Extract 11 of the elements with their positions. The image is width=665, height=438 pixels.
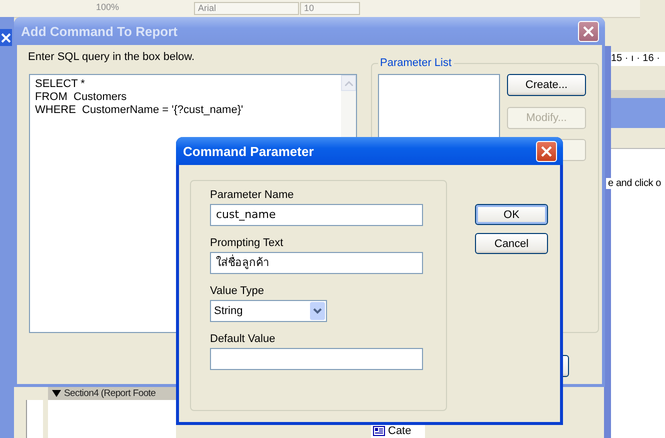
window-title: Add Command To Report — [21, 24, 178, 38]
hint-text: e and click o — [606, 178, 661, 189]
field-label: Default Value — [210, 333, 276, 345]
window-title: Command Parameter — [183, 144, 315, 158]
field-label: Parameter Name — [210, 189, 295, 201]
instruction-text: Enter SQL query in the box below. — [28, 51, 195, 63]
ruler: 15 · ı · 16 · — [611, 52, 665, 66]
section-title: Section4 (Report Foote — [64, 388, 156, 398]
group-label: Parameter List — [378, 57, 454, 69]
field-label: Prompting Text — [210, 237, 284, 249]
field-label: Value Type — [210, 285, 266, 297]
